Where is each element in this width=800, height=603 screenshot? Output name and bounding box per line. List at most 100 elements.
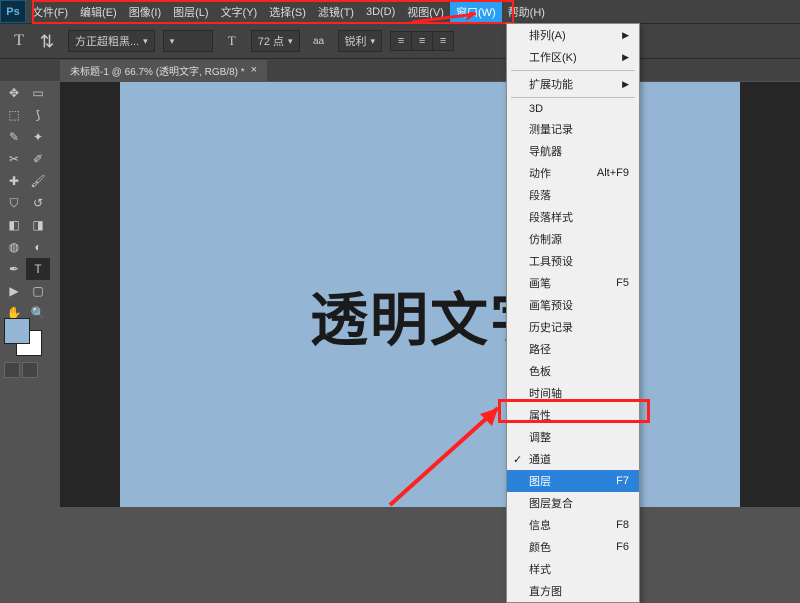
menu-item-历史记录[interactable]: 历史记录 — [507, 316, 639, 338]
menu-item-段落样式[interactable]: 段落样式 — [507, 206, 639, 228]
dodge-tool[interactable]: ◐ — [26, 236, 50, 258]
svg-text:⇅: ⇅ — [40, 31, 54, 51]
menu-item-3D[interactable]: 3D — [507, 100, 639, 118]
menu-item-直方图[interactable]: 直方图 — [507, 580, 639, 602]
screen-mode-icon[interactable] — [22, 362, 38, 378]
marquee-tool[interactable]: ⬚ — [2, 104, 26, 126]
menu-item-信息[interactable]: 信息F8 — [507, 514, 639, 536]
menu-item-工具预设[interactable]: 工具预设 — [507, 250, 639, 272]
chevron-down-icon: ▾ — [288, 36, 293, 47]
menu-item-属性[interactable]: 属性 — [507, 404, 639, 426]
menu-shortcut: F7 — [616, 475, 629, 487]
toolbox: ✥ ▭ ⬚ ⟆ ✎ ✦ ✂ ✐ ✚ 🖌 ⛉ ↺ ◧ ◨ ◍ ◐ ✒ T ▶ ▢ … — [2, 82, 50, 324]
menu-item-扩展功能[interactable]: 扩展功能▶ — [507, 73, 639, 95]
menu-item-label: 属性 — [529, 407, 551, 423]
path-select-tool[interactable]: ▶ — [2, 280, 26, 302]
menu-shortcut: F8 — [616, 519, 629, 531]
menu-item-画笔预设[interactable]: 画笔预设 — [507, 294, 639, 316]
rectangle-tool[interactable]: ▢ — [26, 280, 50, 302]
submenu-arrow-icon: ▶ — [622, 52, 629, 63]
menu-图像[interactable]: 图像(I) — [123, 0, 167, 23]
menu-item-label: 3D — [529, 103, 543, 115]
menu-item-仿制源[interactable]: 仿制源 — [507, 228, 639, 250]
healing-tool[interactable]: ✚ — [2, 170, 26, 192]
blur-tool[interactable]: ◍ — [2, 236, 26, 258]
menu-视图[interactable]: 视图(V) — [401, 0, 450, 23]
menu-选择[interactable]: 选择(S) — [263, 0, 312, 23]
app-logo: Ps — [0, 0, 26, 23]
canvas-area: 透明文字 — [60, 82, 800, 507]
menu-item-工作区(K)[interactable]: 工作区(K)▶ — [507, 46, 639, 68]
document-canvas[interactable]: 透明文字 — [120, 82, 740, 507]
menu-bar: Ps 文件(F)编辑(E)图像(I)图层(L)文字(Y)选择(S)滤镜(T)3D… — [0, 0, 800, 23]
menu-item-动作[interactable]: 动作Alt+F9 — [507, 162, 639, 184]
menu-item-样式[interactable]: 样式 — [507, 558, 639, 580]
menu-图层[interactable]: 图层(L) — [167, 0, 214, 23]
font-style-select[interactable]: ▾ — [163, 30, 213, 52]
options-bar: T ⇅ 方正超粗黑...▾ ▾ T 72 点▾ aa 锐利▾ ≡ ≡ ≡ — [0, 23, 800, 59]
menu-item-测量记录[interactable]: 测量记录 — [507, 118, 639, 140]
submenu-arrow-icon: ▶ — [622, 30, 629, 41]
antialias-select[interactable]: 锐利▾ — [338, 30, 383, 52]
font-family-select[interactable]: 方正超粗黑...▾ — [68, 30, 155, 52]
menu-窗口[interactable]: 窗口(W) — [450, 0, 502, 23]
menu-item-label: 时间轴 — [529, 385, 562, 401]
menu-item-label: 色板 — [529, 363, 551, 379]
artboard-tool[interactable]: ▭ — [26, 82, 50, 104]
history-brush-tool[interactable]: ↺ — [26, 192, 50, 214]
brush-tool[interactable]: 🖌 — [26, 170, 50, 192]
menu-item-段落[interactable]: 段落 — [507, 184, 639, 206]
menu-文件[interactable]: 文件(F) — [26, 0, 74, 23]
menu-滤镜[interactable]: 滤镜(T) — [312, 0, 360, 23]
align-right-button[interactable]: ≡ — [433, 32, 453, 50]
type-tool[interactable]: T — [26, 258, 50, 280]
stamp-tool[interactable]: ⛉ — [2, 192, 26, 214]
crop-tool[interactable]: ✂ — [2, 148, 26, 170]
menu-item-路径[interactable]: 路径 — [507, 338, 639, 360]
eyedropper-tool[interactable]: ✐ — [26, 148, 50, 170]
pen-tool[interactable]: ✒ — [2, 258, 26, 280]
menu-item-label: 测量记录 — [529, 121, 573, 137]
align-left-button[interactable]: ≡ — [391, 32, 411, 50]
lasso-tool[interactable]: ⟆ — [26, 104, 50, 126]
close-icon[interactable]: × — [251, 64, 257, 76]
font-size-select[interactable]: 72 点▾ — [251, 30, 300, 52]
menu-item-图层复合[interactable]: 图层复合 — [507, 492, 639, 514]
check-icon: ✓ — [513, 453, 522, 466]
eraser-tool[interactable]: ◧ — [2, 214, 26, 236]
menu-文字[interactable]: 文字(Y) — [215, 0, 264, 23]
move-tool[interactable]: ✥ — [2, 82, 26, 104]
menu-item-导航器[interactable]: 导航器 — [507, 140, 639, 162]
menu-item-颜色[interactable]: 颜色F6 — [507, 536, 639, 558]
menu-item-调整[interactable]: 调整 — [507, 426, 639, 448]
menu-item-label: 直方图 — [529, 583, 562, 599]
menu-item-排列(A)[interactable]: 排列(A)▶ — [507, 24, 639, 46]
menu-item-图层[interactable]: 图层F7 — [507, 470, 639, 492]
document-title: 未标题-1 @ 66.7% (透明文字, RGB/8) * — [70, 63, 245, 78]
menu-item-时间轴[interactable]: 时间轴 — [507, 382, 639, 404]
text-align-group: ≡ ≡ ≡ — [390, 31, 454, 51]
align-center-button[interactable]: ≡ — [412, 32, 432, 50]
quick-select-tool[interactable]: ✎ — [2, 126, 26, 148]
menu-帮助[interactable]: 帮助(H) — [502, 0, 551, 23]
menu-编辑[interactable]: 编辑(E) — [74, 0, 123, 23]
menu-item-label: 段落 — [529, 187, 551, 203]
menu-item-通道[interactable]: ✓ 通道 — [507, 448, 639, 470]
menu-item-label: 工具预设 — [529, 253, 573, 269]
text-orientation-icon[interactable]: ⇅ — [38, 30, 60, 52]
magic-wand-tool[interactable]: ✦ — [26, 126, 50, 148]
tool-preset-text-icon[interactable]: T — [8, 30, 30, 52]
menu-item-画笔[interactable]: 画笔F5 — [507, 272, 639, 294]
color-swatches[interactable] — [4, 318, 46, 344]
menu-item-label: 图层复合 — [529, 495, 573, 511]
menu-3d[interactable]: 3D(D) — [360, 0, 401, 23]
menu-item-label: 历史记录 — [529, 319, 573, 335]
chevron-down-icon: ▾ — [170, 36, 175, 47]
menu-item-色板[interactable]: 色板 — [507, 360, 639, 382]
document-tab[interactable]: 未标题-1 @ 66.7% (透明文字, RGB/8) * × — [60, 60, 267, 81]
foreground-color[interactable] — [4, 318, 30, 344]
submenu-arrow-icon: ▶ — [622, 79, 629, 90]
quick-mask-icon[interactable] — [4, 362, 20, 378]
gradient-tool[interactable]: ◨ — [26, 214, 50, 236]
menu-item-label: 通道 — [529, 451, 551, 467]
